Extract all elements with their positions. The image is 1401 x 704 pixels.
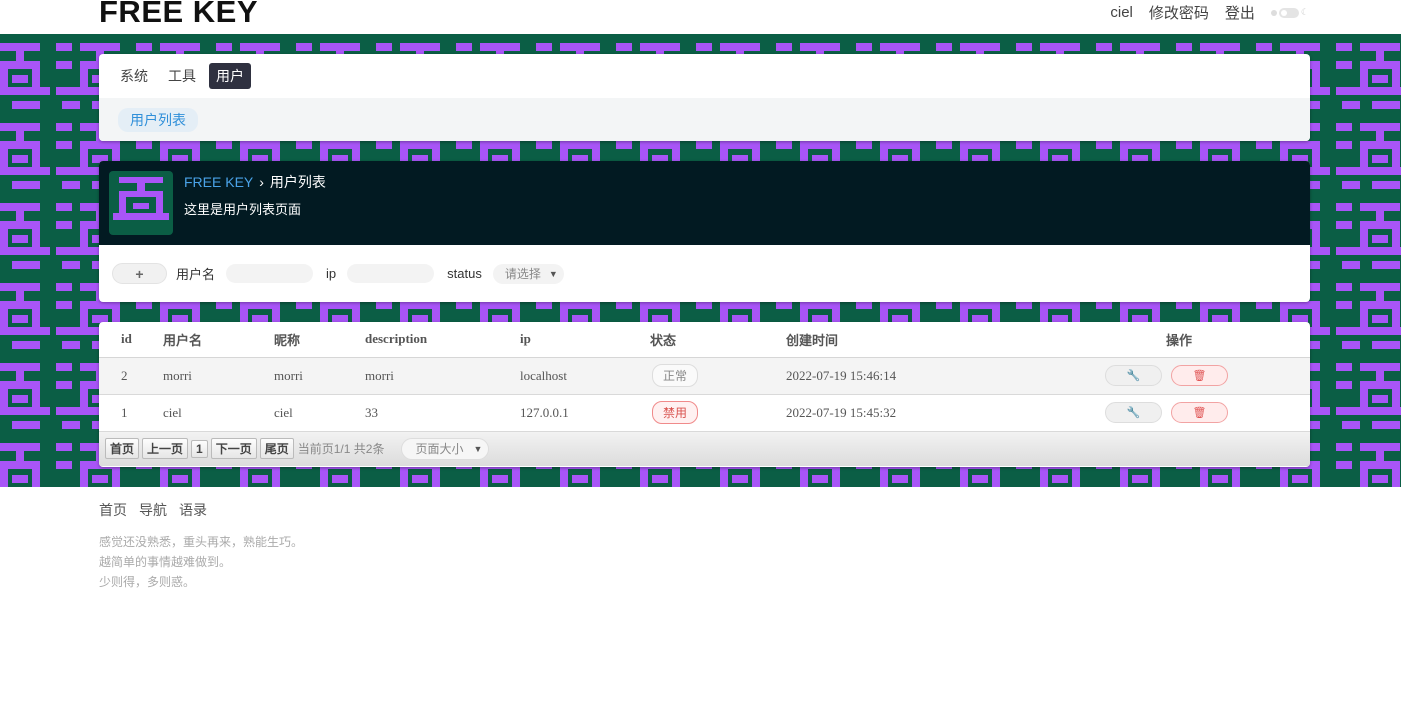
cell-nickname: morri bbox=[274, 357, 365, 395]
cell-status: 禁用 bbox=[650, 394, 786, 432]
username-filter-input[interactable] bbox=[226, 264, 314, 283]
col-header-status[interactable]: 状态 bbox=[650, 322, 786, 358]
sun-icon bbox=[1270, 9, 1277, 16]
col-header-ip[interactable]: ip bbox=[520, 322, 650, 358]
edit-user-button[interactable]: 🔧 bbox=[1105, 365, 1162, 386]
col-header-nickname[interactable]: 昵称 bbox=[274, 322, 365, 358]
quote-line: 感觉还没熟悉，重头再来，熟能生巧。 bbox=[99, 535, 304, 549]
pagination: 首页 上一页 1 下一页 尾页 当前页1/1 共2条 页面大小 ▼ bbox=[99, 431, 1310, 466]
breadcrumb: FREE KEY › 用户列表 bbox=[184, 172, 326, 192]
next-page-button[interactable]: 下一页 bbox=[210, 438, 257, 459]
user-name-link[interactable]: ciel bbox=[1110, 4, 1133, 21]
cell-nickname: ciel bbox=[274, 394, 365, 432]
page-info: 当前页1/1 共2条 bbox=[297, 442, 385, 456]
prev-page-button[interactable]: 上一页 bbox=[142, 438, 189, 459]
wrench-icon: 🔧 bbox=[1126, 407, 1141, 419]
toggle-track bbox=[1278, 7, 1299, 18]
logo-icon bbox=[109, 171, 173, 235]
menu-card: 系统 工具 用户 用户列表 bbox=[99, 54, 1310, 141]
delete-user-button[interactable]: 🗑 bbox=[1171, 365, 1228, 386]
trash-icon: 🗑 bbox=[1192, 370, 1207, 382]
moon-icon: ☾ bbox=[1300, 7, 1309, 17]
user-nav: ciel 修改密码 登出 ☾ bbox=[1110, 2, 1309, 23]
table-row: 1 ciel ciel 33 127.0.0.1 禁用 2022-07-19 1… bbox=[99, 394, 1310, 432]
breadcrumb-home[interactable]: FREE KEY bbox=[184, 174, 253, 190]
delete-user-button[interactable]: 🗑 bbox=[1171, 402, 1228, 423]
theme-toggle[interactable]: ☾ bbox=[1270, 7, 1309, 18]
quote-line: 少则得，多则惑。 bbox=[99, 575, 196, 589]
chevron-down-icon: ▼ bbox=[548, 268, 558, 279]
col-header-actions: 操作 bbox=[1086, 322, 1310, 358]
user-table: id 用户名 昵称 description ip 状态 创建时间 操作 2 mo… bbox=[99, 322, 1310, 432]
trash-icon: 🗑 bbox=[1192, 407, 1207, 419]
header-card: FREE KEY › 用户列表 这里是用户列表页面 + 用户名 ip statu… bbox=[99, 161, 1310, 302]
wrench-icon: 🔧 bbox=[1126, 370, 1141, 382]
cell-ip: localhost bbox=[520, 357, 650, 395]
status-filter-placeholder: 请选择 bbox=[504, 267, 541, 281]
edit-user-button[interactable]: 🔧 bbox=[1105, 402, 1162, 423]
menu-item-system[interactable]: 系统 bbox=[113, 63, 155, 89]
last-page-button[interactable]: 尾页 bbox=[259, 438, 294, 459]
change-password-link[interactable]: 修改密码 bbox=[1149, 2, 1209, 23]
cell-username: ciel bbox=[163, 394, 274, 432]
chevron-down-icon: ▼ bbox=[473, 443, 483, 454]
user-table-card: id 用户名 昵称 description ip 状态 创建时间 操作 2 mo… bbox=[99, 322, 1310, 467]
status-badge: 正常 bbox=[652, 364, 699, 387]
page-number-button[interactable]: 1 bbox=[191, 439, 208, 458]
footer-link-navigation[interactable]: 导航 bbox=[139, 500, 167, 520]
menu-item-tools[interactable]: 工具 bbox=[161, 63, 203, 89]
site-title[interactable]: FREE KEY bbox=[99, 0, 258, 30]
footer-nav: 首页 导航 语录 bbox=[99, 500, 303, 520]
ip-filter-input[interactable] bbox=[347, 264, 435, 283]
page-description: 这里是用户列表页面 bbox=[184, 202, 302, 217]
main-menu: 系统 工具 用户 bbox=[99, 54, 1310, 98]
quote-line: 越简单的事情越难做到。 bbox=[99, 555, 232, 569]
username-filter-label: 用户名 bbox=[176, 267, 216, 282]
cell-id: 2 bbox=[99, 357, 163, 395]
cell-username: morri bbox=[163, 357, 274, 395]
cell-created: 2022-07-19 15:45:32 bbox=[786, 394, 1086, 432]
breadcrumb-separator: › bbox=[259, 174, 264, 190]
col-header-created[interactable]: 创建时间 bbox=[786, 322, 1086, 358]
footer-link-quotes[interactable]: 语录 bbox=[179, 500, 207, 520]
filter-bar: + 用户名 ip status 请选择 ▼ bbox=[99, 245, 1310, 302]
cell-ip: 127.0.0.1 bbox=[520, 394, 650, 432]
col-header-description[interactable]: description bbox=[365, 322, 520, 358]
cell-actions: 🔧 🗑 bbox=[1086, 394, 1310, 432]
table-header-row: id 用户名 昵称 description ip 状态 创建时间 操作 bbox=[99, 322, 1310, 358]
footer-link-home[interactable]: 首页 bbox=[99, 500, 127, 520]
page-header: FREE KEY › 用户列表 这里是用户列表页面 bbox=[99, 161, 1310, 245]
cell-status: 正常 bbox=[650, 357, 786, 395]
cell-actions: 🔧 🗑 bbox=[1086, 357, 1310, 395]
status-filter-select[interactable]: 请选择 ▼ bbox=[492, 263, 564, 284]
logout-link[interactable]: 登出 bbox=[1225, 2, 1255, 23]
breadcrumb-current: 用户列表 bbox=[269, 174, 326, 190]
ip-filter-label: ip bbox=[326, 266, 337, 281]
col-header-username[interactable]: 用户名 bbox=[163, 322, 274, 358]
add-user-button[interactable]: + bbox=[112, 263, 167, 284]
page-size-select[interactable]: 页面大小 ▼ bbox=[401, 437, 490, 460]
logo-glyph bbox=[113, 177, 169, 220]
cell-description: 33 bbox=[365, 394, 520, 432]
status-filter-label: status bbox=[447, 266, 482, 281]
top-bar: FREE KEY ciel 修改密码 登出 ☾ bbox=[0, 0, 1401, 34]
cell-description: morri bbox=[365, 357, 520, 395]
quotes-list: 感觉还没熟悉，重头再来，熟能生巧。 越简单的事情越难做到。 少则得，多则惑。 bbox=[99, 532, 303, 592]
col-header-id[interactable]: id bbox=[99, 322, 163, 358]
status-badge: 禁用 bbox=[652, 401, 699, 424]
submenu-item-user-list[interactable]: 用户列表 bbox=[118, 107, 198, 132]
footer: 首页 导航 语录 感觉还没熟悉，重头再来，熟能生巧。 越简单的事情越难做到。 少… bbox=[99, 500, 303, 592]
menu-item-users[interactable]: 用户 bbox=[209, 63, 251, 89]
page-size-placeholder: 页面大小 bbox=[415, 442, 464, 456]
table-row: 2 morri morri morri localhost 正常 2022-07… bbox=[99, 357, 1310, 395]
cell-id: 1 bbox=[99, 394, 163, 432]
cell-created: 2022-07-19 15:46:14 bbox=[786, 357, 1086, 395]
sub-menu: 用户列表 bbox=[99, 98, 1310, 141]
first-page-button[interactable]: 首页 bbox=[105, 438, 140, 459]
